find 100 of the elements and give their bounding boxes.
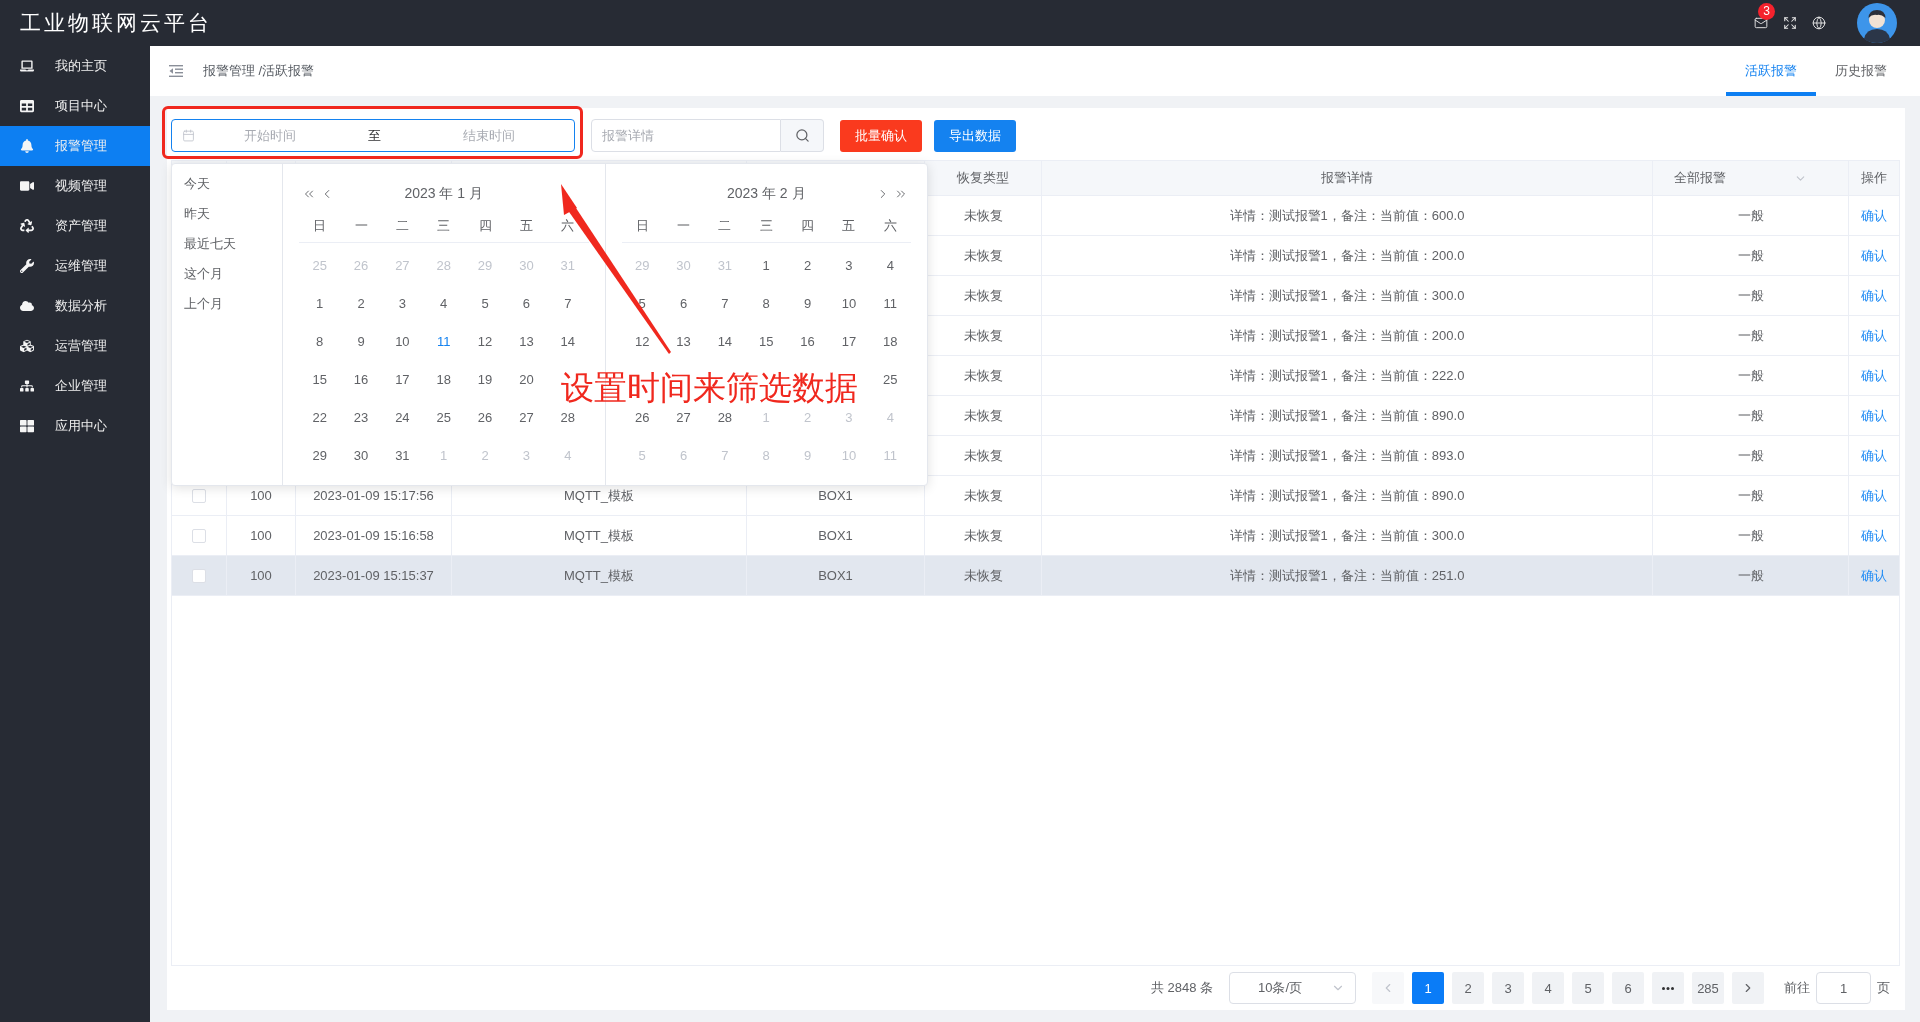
date-cell[interactable]: 17 — [835, 330, 862, 354]
double-chevron-left-icon[interactable] — [302, 187, 316, 201]
date-cell[interactable]: 16 — [794, 330, 821, 354]
confirm-link[interactable]: 确认 — [1861, 206, 1887, 225]
confirm-link[interactable]: 确认 — [1861, 246, 1887, 265]
search-button[interactable] — [781, 119, 824, 152]
page-button[interactable]: 285 — [1692, 972, 1724, 1004]
end-date-field[interactable]: 结束时间 — [403, 123, 574, 148]
date-cell[interactable]: 11 — [430, 330, 457, 354]
confirm-link[interactable]: 确认 — [1861, 286, 1887, 305]
date-cell[interactable]: 26 — [629, 406, 656, 430]
date-cell[interactable]: 16 — [348, 368, 374, 392]
page-button[interactable]: 1 — [1412, 972, 1444, 1004]
date-cell[interactable]: 14 — [554, 330, 581, 354]
date-range-picker[interactable]: 开始时间 至 结束时间 — [171, 119, 575, 152]
menu-fold-icon[interactable] — [169, 65, 183, 77]
date-cell[interactable]: 7 — [554, 292, 581, 316]
confirm-link[interactable]: 确认 — [1861, 526, 1887, 545]
confirm-link[interactable]: 确认 — [1861, 366, 1887, 385]
sidebar-item[interactable]: 应用中心 — [0, 406, 150, 446]
date-cell[interactable]: 9 — [348, 330, 374, 354]
date-cell[interactable]: 8 — [306, 330, 333, 354]
avatar-icon[interactable] — [1857, 3, 1897, 43]
mail-icon[interactable] — [1754, 16, 1768, 30]
shortcut-item[interactable]: 最近七天 — [172, 229, 248, 259]
date-cell[interactable]: 8 — [753, 292, 780, 316]
date-cell[interactable]: 6 — [513, 292, 540, 316]
date-cell[interactable]: 31 — [389, 444, 416, 468]
date-cell[interactable]: 25 — [430, 406, 457, 430]
row-checkbox[interactable] — [192, 528, 206, 543]
date-cell[interactable]: 3 — [835, 254, 862, 278]
date-cell[interactable]: 27 — [670, 406, 697, 430]
date-cell[interactable]: 18 — [430, 368, 457, 392]
date-cell[interactable]: 5 — [472, 292, 499, 316]
date-cell[interactable]: 6 — [670, 292, 697, 316]
start-date-field[interactable]: 开始时间 — [195, 123, 345, 148]
sidebar-item[interactable]: 资产管理 — [0, 206, 150, 246]
page-button[interactable]: 3 — [1492, 972, 1524, 1004]
date-cell[interactable]: 15 — [753, 330, 780, 354]
date-cell[interactable]: 11 — [877, 292, 904, 316]
confirm-link[interactable]: 确认 — [1861, 406, 1887, 425]
date-cell[interactable]: 19 — [472, 368, 499, 392]
row-checkbox[interactable] — [192, 568, 206, 583]
page-jump-field[interactable]: 1 — [1816, 972, 1871, 1004]
date-cell[interactable]: 10 — [835, 292, 862, 316]
confirm-link[interactable]: 确认 — [1861, 326, 1887, 345]
fullscreen-icon[interactable] — [1783, 16, 1797, 30]
date-cell[interactable]: 2 — [794, 254, 821, 278]
sidebar-item[interactable]: 视频管理 — [0, 166, 150, 206]
page-button[interactable]: 6 — [1612, 972, 1644, 1004]
date-cell[interactable]: 25 — [877, 368, 904, 392]
date-cell[interactable]: 12 — [472, 330, 499, 354]
search-field[interactable]: 报警详情 — [591, 119, 781, 152]
date-cell[interactable]: 4 — [877, 254, 904, 278]
alarm-filter-select[interactable]: 全部报警 — [1665, 164, 1815, 192]
shortcut-item[interactable]: 上个月 — [172, 289, 235, 319]
sidebar-item[interactable]: 数据分析 — [0, 286, 150, 326]
date-cell[interactable]: 28 — [711, 406, 738, 430]
date-cell[interactable]: 15 — [306, 368, 333, 392]
date-cell[interactable]: 23 — [348, 406, 374, 430]
date-cell[interactable]: 1 — [753, 254, 780, 278]
confirm-link[interactable]: 确认 — [1861, 446, 1887, 465]
date-cell[interactable]: 7 — [711, 292, 738, 316]
tab[interactable]: 活跃报警 — [1726, 46, 1816, 96]
row-checkbox[interactable] — [192, 488, 206, 503]
date-cell[interactable]: 14 — [711, 330, 738, 354]
date-cell[interactable]: 17 — [389, 368, 416, 392]
export-button[interactable]: 导出数据 — [934, 119, 1016, 152]
sidebar-item[interactable]: 我的主页 — [0, 46, 150, 86]
double-chevron-right-icon[interactable] — [894, 187, 908, 201]
more-pages-button[interactable] — [1652, 972, 1684, 1004]
date-cell[interactable]: 9 — [794, 292, 821, 316]
date-cell[interactable]: 22 — [306, 406, 333, 430]
page-button[interactable]: 2 — [1452, 972, 1484, 1004]
tab[interactable]: 历史报警 — [1816, 46, 1906, 96]
date-cell[interactable]: 10 — [389, 330, 416, 354]
page-button[interactable]: 5 — [1572, 972, 1604, 1004]
date-cell[interactable]: 28 — [554, 406, 581, 430]
globe-icon[interactable] — [1812, 16, 1826, 30]
shortcut-item[interactable]: 今天 — [172, 169, 222, 199]
sidebar-item[interactable]: 企业管理 — [0, 366, 150, 406]
shortcut-item[interactable]: 这个月 — [172, 259, 235, 289]
date-cell[interactable]: 3 — [389, 292, 416, 316]
date-cell[interactable]: 4 — [430, 292, 457, 316]
date-cell[interactable]: 18 — [877, 330, 904, 354]
date-cell[interactable]: 24 — [389, 406, 416, 430]
page-button[interactable]: 4 — [1532, 972, 1564, 1004]
shortcut-item[interactable]: 昨天 — [172, 199, 222, 229]
sidebar-item[interactable]: 报警管理 — [0, 126, 150, 166]
date-cell[interactable]: 29 — [306, 444, 333, 468]
date-cell[interactable]: 20 — [513, 368, 540, 392]
date-cell[interactable]: 26 — [472, 406, 499, 430]
date-cell[interactable]: 12 — [629, 330, 656, 354]
sidebar-item[interactable]: 项目中心 — [0, 86, 150, 126]
date-cell[interactable]: 30 — [348, 444, 374, 468]
date-cell[interactable]: 1 — [306, 292, 333, 316]
page-size-select[interactable]: 10条/页 — [1229, 972, 1356, 1004]
date-cell[interactable]: 13 — [670, 330, 697, 354]
date-cell[interactable]: 27 — [513, 406, 540, 430]
date-cell[interactable]: 2 — [348, 292, 374, 316]
